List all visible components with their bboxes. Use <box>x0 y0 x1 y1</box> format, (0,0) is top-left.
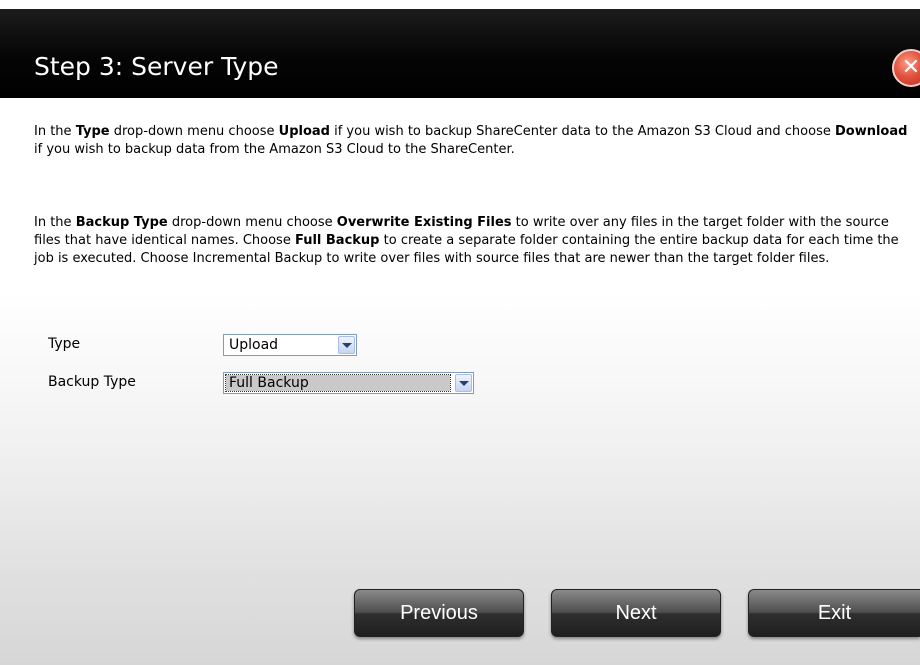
chevron-down-icon[interactable] <box>338 336 355 354</box>
backup-type-label: Backup Type <box>48 374 136 390</box>
close-icon: ✕ <box>901 55 920 80</box>
bold-type: Type <box>75 124 110 139</box>
chevron-down-icon[interactable] <box>455 374 472 392</box>
bold-overwrite-existing-files: Overwrite Existing Files <box>336 215 512 230</box>
previous-button[interactable]: Previous <box>354 589 524 637</box>
text-fragment: drop-down menu choose <box>109 124 279 139</box>
next-button[interactable]: Next <box>551 589 721 637</box>
text-fragment: if you wish to backup data from the Amaz… <box>34 142 515 157</box>
dialog-title: Step 3: Server Type <box>34 52 279 81</box>
text-fragment: drop-down menu choose <box>167 215 337 230</box>
title-bar: Step 3: Server Type ✕ <box>0 9 920 98</box>
text-fragment: In the <box>34 124 76 139</box>
bold-backup-type: Backup Type <box>75 215 168 230</box>
exit-button[interactable]: Exit <box>748 589 920 637</box>
type-select-value: Upload <box>229 337 279 353</box>
wizard-dialog: Step 3: Server Type ✕ In the Type drop-d… <box>0 0 920 665</box>
backup-type-instructions: In the Backup Type drop-down menu choose… <box>34 214 914 268</box>
backup-type-select-value: Full Backup <box>229 375 309 391</box>
text-fragment: if you wish to backup ShareCenter data t… <box>329 124 835 139</box>
type-select[interactable]: Upload <box>223 334 357 356</box>
upload-instructions: In the Type drop-down menu choose Upload… <box>34 123 914 159</box>
backup-type-select[interactable]: Full Backup <box>223 372 474 394</box>
type-label: Type <box>48 336 81 352</box>
bold-upload: Upload <box>278 124 330 139</box>
bold-download: Download <box>834 124 908 139</box>
text-fragment: In the <box>34 215 76 230</box>
bold-full-backup: Full Backup <box>294 233 380 248</box>
close-button[interactable]: ✕ <box>892 49 920 87</box>
